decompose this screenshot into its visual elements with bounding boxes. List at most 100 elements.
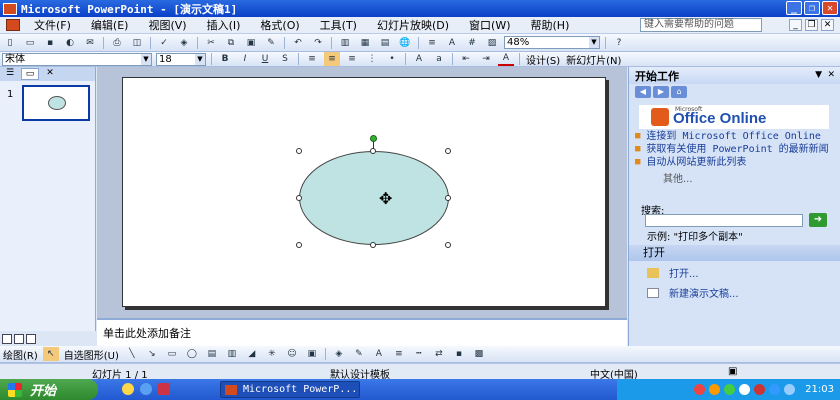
textbox-icon[interactable]: ▤ xyxy=(204,347,220,361)
slides-tab[interactable]: ▭ xyxy=(21,68,39,80)
vertical-textbox-icon[interactable]: ▥ xyxy=(224,347,240,361)
align-right-icon[interactable]: ≡ xyxy=(344,52,360,66)
home-icon[interactable]: ⌂ xyxy=(671,85,687,98)
resize-handle[interactable] xyxy=(445,242,451,248)
link-connect-office[interactable]: ■ 连接到 Microsoft Office Online xyxy=(635,131,835,142)
font-name-select[interactable]: 宋体 ▼ xyxy=(2,52,152,66)
hyperlink-icon[interactable]: 🌐 xyxy=(397,36,413,50)
tray-icon[interactable] xyxy=(724,384,736,395)
decrease-font-icon[interactable]: a xyxy=(431,52,447,66)
search-input[interactable] xyxy=(645,214,803,227)
tray-icon[interactable] xyxy=(739,384,751,395)
arrow-style-icon[interactable]: ⇄ xyxy=(431,347,447,361)
new-icon[interactable]: ▯ xyxy=(2,36,18,50)
menu-help[interactable]: 帮助(H) xyxy=(521,17,580,33)
tray-icon[interactable] xyxy=(694,384,706,395)
expand-all-icon[interactable]: ≡ xyxy=(424,36,440,50)
slide-thumbnail[interactable] xyxy=(22,85,90,121)
document-icon[interactable] xyxy=(6,19,20,31)
slideshow-button[interactable] xyxy=(26,333,36,344)
menu-file[interactable]: 文件(F) xyxy=(24,17,81,33)
close-button[interactable]: ✕ xyxy=(822,1,838,15)
resize-handle[interactable] xyxy=(370,148,376,154)
numbering-icon[interactable]: ⋮ xyxy=(364,52,380,66)
doc-close-button[interactable]: ✕ xyxy=(821,19,834,31)
print-preview-icon[interactable]: ◫ xyxy=(129,36,145,50)
paste-icon[interactable]: ▣ xyxy=(243,36,259,50)
redo-icon[interactable]: ↷ xyxy=(310,36,326,50)
permission-icon[interactable]: ◐ xyxy=(62,36,78,50)
font-color-draw-icon[interactable]: A xyxy=(371,347,387,361)
line-style-icon[interactable]: ≡ xyxy=(391,347,407,361)
tray-icon[interactable] xyxy=(709,384,721,395)
italic-button[interactable]: I xyxy=(237,52,253,66)
slide-canvas[interactable]: ✥ xyxy=(122,77,606,307)
menu-tools[interactable]: 工具(T) xyxy=(310,17,367,33)
normal-view-button[interactable] xyxy=(2,333,12,344)
underline-button[interactable]: U xyxy=(257,52,273,66)
link-latest-news[interactable]: ■ 获取有关使用 PowerPoint 的最新新闻 xyxy=(635,144,835,155)
new-presentation-link[interactable]: 新建演示文稿... xyxy=(647,285,739,300)
tables-borders-icon[interactable]: ▤ xyxy=(377,36,393,50)
link-auto-update[interactable]: ■ 自动从网站更新此列表 xyxy=(635,157,835,168)
oval-icon[interactable]: ◯ xyxy=(184,347,200,361)
align-center-icon[interactable]: ≡ xyxy=(324,52,340,66)
quicklaunch-icon[interactable] xyxy=(140,383,152,395)
doc-restore-button[interactable]: ❐ xyxy=(805,19,818,31)
more-link[interactable]: 其他... xyxy=(663,170,835,185)
menu-edit[interactable]: 编辑(E) xyxy=(81,17,139,33)
font-color-icon[interactable]: A xyxy=(498,52,514,66)
3d-style-icon[interactable]: ▩ xyxy=(471,347,487,361)
resize-handle[interactable] xyxy=(370,242,376,248)
print-icon[interactable]: ⎙ xyxy=(109,36,125,50)
wordart-icon[interactable]: ◢ xyxy=(244,347,260,361)
dash-style-icon[interactable]: ┅ xyxy=(411,347,427,361)
shadow-style-icon[interactable]: ▪ xyxy=(451,347,467,361)
menu-format[interactable]: 格式(O) xyxy=(250,17,309,33)
task-pane-menu-icon[interactable]: ▼ xyxy=(815,70,822,80)
design-button[interactable]: 设计(S) xyxy=(523,52,563,67)
rotation-handle[interactable] xyxy=(370,135,377,142)
align-left-icon[interactable]: ≡ xyxy=(304,52,320,66)
start-button[interactable]: 开始 xyxy=(0,379,98,400)
decrease-indent-icon[interactable]: ⇤ xyxy=(458,52,474,66)
increase-indent-icon[interactable]: ⇥ xyxy=(478,52,494,66)
menu-slideshow[interactable]: 幻灯片放映(D) xyxy=(367,17,459,33)
resize-handle[interactable] xyxy=(296,242,302,248)
save-icon[interactable]: ▪ xyxy=(42,36,58,50)
diagram-icon[interactable]: ✳ xyxy=(264,347,280,361)
help-search-input[interactable]: 键入需要帮助的问题 xyxy=(640,18,762,32)
notes-area[interactable]: 单击此处添加备注 xyxy=(97,318,627,346)
select-objects-icon[interactable]: ↖ xyxy=(42,347,59,361)
copy-icon[interactable]: ⧉ xyxy=(223,36,239,50)
line-color-icon[interactable]: ✎ xyxy=(351,347,367,361)
task-pane-close-icon[interactable]: ✕ xyxy=(827,70,835,80)
new-slide-button[interactable]: 新幻灯片(N) xyxy=(563,52,624,67)
fill-color-icon[interactable]: ◈ xyxy=(331,347,347,361)
menu-window[interactable]: 窗口(W) xyxy=(459,17,520,33)
taskbar-powerpoint-button[interactable]: Microsoft PowerP... xyxy=(220,381,360,398)
email-icon[interactable]: ✉ xyxy=(82,36,98,50)
open-icon[interactable]: ▭ xyxy=(22,36,38,50)
insert-table-icon[interactable]: ▦ xyxy=(357,36,373,50)
insert-chart-icon[interactable]: ▥ xyxy=(337,36,353,50)
help-icon[interactable]: ? xyxy=(611,36,627,50)
research-icon[interactable]: ◈ xyxy=(176,36,192,50)
draw-menu-button[interactable]: 绘图(R) xyxy=(0,347,41,362)
increase-font-icon[interactable]: A xyxy=(411,52,427,66)
cut-icon[interactable]: ✂ xyxy=(203,36,219,50)
clipart-icon[interactable]: ☺ xyxy=(284,347,300,361)
outline-tab[interactable]: ☰ xyxy=(1,68,19,80)
restore-button[interactable]: ❐ xyxy=(804,1,820,15)
close-pane-icon[interactable]: ✕ xyxy=(41,68,59,80)
grid-icon[interactable]: # xyxy=(464,36,480,50)
line-icon[interactable]: ╲ xyxy=(124,347,140,361)
search-go-button[interactable]: ➜ xyxy=(809,213,827,227)
quicklaunch-icon[interactable] xyxy=(158,383,170,395)
tray-icon[interactable] xyxy=(754,384,766,395)
rectangle-icon[interactable]: ▭ xyxy=(164,347,180,361)
color-grayscale-icon[interactable]: ▨ xyxy=(484,36,500,50)
arrow-icon[interactable]: ↘ xyxy=(144,347,160,361)
tray-icon[interactable] xyxy=(784,384,796,395)
menu-insert[interactable]: 插入(I) xyxy=(197,17,251,33)
